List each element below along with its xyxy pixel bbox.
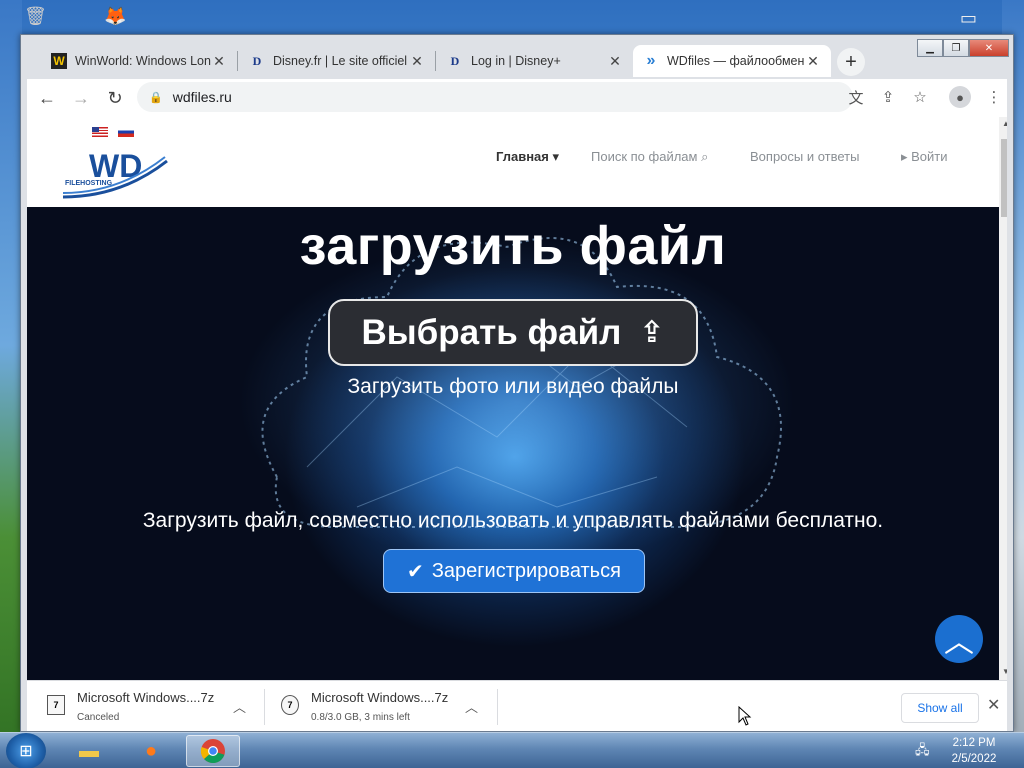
winworld-favicon-icon: W [51,53,67,69]
download-divider [497,689,498,725]
hero-title: загрузить файл [299,216,727,276]
url-text: wdfiles.ru [172,89,232,105]
forward-button[interactable]: → [65,82,97,114]
chevron-up-icon[interactable]: ︿ [465,697,478,716]
nav-file-search[interactable]: Поиск по файлам ⌕ [591,149,708,165]
taskbar-clock[interactable]: 2:12 PM 2/5/2022 [944,735,1004,767]
start-button[interactable]: ⊞ [6,733,46,768]
clock-date: 2/5/2022 [951,753,997,765]
scroll-up-icon[interactable]: ▲ [999,119,1007,128]
taskbar: ⊞ ▬ ● 🖧 2:12 PM 2/5/2022 [0,732,1024,768]
download-filename: Microsoft Windows....7z [77,690,215,705]
bookmark-star-icon[interactable]: ☆ [905,82,935,112]
tab-title: WDfiles — файлообмен [667,54,805,68]
wdfiles-favicon-icon: » [646,52,656,69]
file-explorer-taskbar-icon[interactable]: ▬ [66,735,112,767]
chevron-up-icon[interactable]: ︿ [233,697,246,716]
recycle-bin-icon[interactable]: 🗑 [24,6,47,27]
register-label: Зарегистрироваться [431,559,621,582]
maximize-icon[interactable]: ❐ [943,39,969,57]
close-tab-icon[interactable]: ✕ [211,53,227,70]
hero-subtitle: Загрузить фото или видео файлы [347,375,679,398]
hero-description: Загрузить файл, совместно использовать и… [142,509,884,532]
choose-file-label: Выбрать файл [361,312,622,352]
english-flag-icon[interactable] [92,127,108,137]
clock-time: 2:12 PM [952,737,996,749]
upload-icon: ⇪ [639,316,665,349]
tab-winworld[interactable]: W WinWorld: Windows Lon ✕ [41,45,237,77]
page-viewport: WD FILEHOSTING Главная ▾ Поиск по файлам… [27,117,1007,680]
browser-toolbar: ← → ↻ 🔒 wdfiles.ru 文 ⇪ ☆ ● ⋮ [27,79,1007,117]
browser-window: W WinWorld: Windows Lon ✕ D Disney.fr | … [20,34,1014,732]
network-tray-icon[interactable]: 🖧 [915,741,930,763]
scroll-down-icon[interactable]: ▼ [999,667,1007,676]
russian-flag-icon[interactable] [118,127,134,137]
disney-plus-favicon-icon: D [450,53,460,68]
firefox-taskbar-icon[interactable]: ● [128,735,174,767]
new-tab-button[interactable]: + [837,48,865,76]
choose-file-button[interactable]: Выбрать файл ⇪ [328,299,698,366]
nav-login[interactable]: ▸ Войти [901,149,948,165]
checkmark-icon: ✔ [407,560,424,583]
profile-avatar-icon[interactable]: ● [949,86,971,108]
download-status: 0.8/3.0 GB, 3 mins left [311,712,410,723]
disney-favicon-icon: D [252,53,262,68]
tab-strip: W WinWorld: Windows Lon ✕ D Disney.fr | … [21,35,1013,79]
minimize-icon[interactable]: ▁ [917,39,943,57]
upload-hero: загрузить файл Выбрать файл ⇪ Загрузить … [27,207,999,680]
scroll-to-top-button[interactable]: ︿ [935,615,983,663]
nav-faq[interactable]: Вопросы и ответы [750,149,859,164]
back-button[interactable]: ← [31,82,63,114]
tab-divider [435,51,436,71]
close-window-icon[interactable]: ✕ [969,39,1009,57]
tab-title: Disney.fr | Le site officiel [273,54,408,68]
reload-button[interactable]: ↻ [99,82,131,114]
menu-kebab-icon[interactable]: ⋮ [979,82,1009,112]
tab-wdfiles[interactable]: » WDfiles — файлообмен ✕ [633,45,831,77]
close-downloads-icon[interactable]: ✕ [987,695,1000,715]
site-navbar: WD FILEHOSTING Главная ▾ Поиск по файлам… [27,117,999,207]
download-filename: Microsoft Windows....7z [311,690,449,705]
download-item[interactable]: 7 Microsoft Windows....7z 0.8/3.0 GB, 3 … [265,681,497,732]
downloads-bar: 7 Microsoft Windows....7z Canceled ︿ 7 M… [27,680,1007,731]
scrollbar-thumb[interactable] [1001,139,1007,217]
chrome-logo-icon [200,739,225,764]
close-tab-icon[interactable]: ✕ [607,53,623,70]
firefox-desktop-icon[interactable]: 🦊 [104,6,126,27]
tab-title: Log in | Disney+ [471,54,561,68]
address-bar[interactable]: 🔒 wdfiles.ru [137,82,853,112]
tab-disney-plus[interactable]: D Log in | Disney+ ✕ [437,45,633,77]
logo-subtext: FILEHOSTING [65,180,113,187]
tab-divider [237,51,238,71]
chrome-taskbar-icon[interactable] [186,735,240,767]
close-tab-icon[interactable]: ✕ [805,53,821,70]
7z-file-icon: 7 [281,695,299,715]
page-scrollbar[interactable]: ▲ ▼ [999,117,1007,680]
show-all-downloads-button[interactable]: Show all [901,693,979,723]
download-status: Canceled [77,712,120,723]
logo-text: WD [89,148,142,184]
desktop-background-left [0,0,22,768]
share-icon[interactable]: ⇪ [873,82,903,112]
tab-title: WinWorld: Windows Lon [75,54,211,68]
nav-home[interactable]: Главная ▾ [496,149,559,165]
translate-icon[interactable]: 文 [841,82,871,112]
tab-disney-fr[interactable]: D Disney.fr | Le site officiel ✕ [239,45,435,77]
wd-filehosting-logo[interactable]: WD FILEHOSTING [61,139,173,203]
close-tab-icon[interactable]: ✕ [409,53,425,70]
7z-file-icon: 7 [47,695,65,715]
file-desktop-icon[interactable]: ▭ [960,8,977,29]
register-button[interactable]: ✔ Зарегистрироваться [383,549,645,593]
mouse-cursor-icon [738,706,752,726]
window-controls: ▁ ❐ ✕ [917,39,1009,57]
download-item[interactable]: 7 Microsoft Windows....7z Canceled ︿ [27,681,263,732]
lock-icon[interactable]: 🔒 [149,91,163,104]
